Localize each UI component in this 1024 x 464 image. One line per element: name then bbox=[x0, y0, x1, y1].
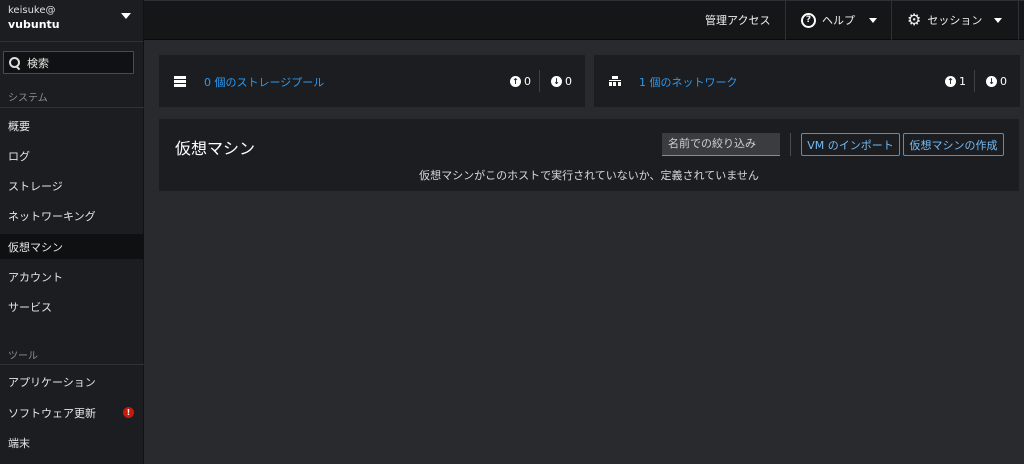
arrow-down-circle-icon: ↓ bbox=[551, 75, 562, 87]
arrow-down-circle-icon: ↓ bbox=[986, 75, 997, 87]
storage-active-value: 0 bbox=[524, 74, 531, 88]
arrow-up-circle-icon: ↑ bbox=[945, 75, 956, 87]
networks-card: 1 個のネットワーク ↑ 1 ↓ 0 bbox=[594, 55, 1020, 107]
gear-icon: ⚙ bbox=[907, 10, 922, 29]
sidebar-item-label: アカウント bbox=[8, 270, 63, 284]
section-divider bbox=[0, 364, 144, 365]
topbar-divider bbox=[785, 1, 786, 40]
sidebar-item-services[interactable]: サービス bbox=[0, 294, 144, 319]
section-divider bbox=[0, 107, 144, 108]
network-icon bbox=[609, 76, 621, 86]
arrow-up-circle-icon: ↑ bbox=[510, 75, 521, 87]
stat-divider bbox=[539, 70, 540, 92]
chevron-down-icon bbox=[869, 17, 877, 23]
sidebar-item-label: サービス bbox=[8, 300, 52, 314]
network-active-count: ↑ 1 bbox=[945, 55, 966, 107]
sidebar-item-software-updates[interactable]: ソフトウェア更新 ! bbox=[0, 400, 144, 425]
chevron-down-icon bbox=[994, 17, 1003, 23]
section-label-tools: ツール bbox=[8, 351, 38, 362]
sidebar-item-logs[interactable]: ログ bbox=[0, 143, 144, 168]
network-inactive-value: 0 bbox=[1000, 74, 1007, 88]
sidebar-item-label: 概要 bbox=[8, 119, 30, 133]
filter-by-name-input[interactable]: 名前での絞り込み bbox=[662, 133, 780, 156]
sidebar-item-accounts[interactable]: アカウント bbox=[0, 264, 144, 289]
sidebar-item-label: 端末 bbox=[8, 436, 30, 450]
sidebar-item-storage[interactable]: ストレージ bbox=[0, 173, 144, 198]
search-label: 検索 bbox=[27, 56, 49, 70]
network-active-value: 1 bbox=[959, 74, 966, 88]
search-icon bbox=[8, 56, 21, 69]
chevron-down-icon[interactable] bbox=[121, 13, 131, 19]
networks-link[interactable]: 1 個のネットワーク bbox=[639, 76, 738, 89]
sidebar-item-overview[interactable]: 概要 bbox=[0, 113, 144, 138]
search-input[interactable]: 検索 bbox=[3, 51, 134, 74]
sidebar-item-applications[interactable]: アプリケーション bbox=[0, 369, 144, 394]
import-vm-button[interactable]: VM のインポート bbox=[801, 133, 900, 156]
network-inactive-count: ↓ 0 bbox=[986, 55, 1007, 107]
help-label: ヘルプ bbox=[822, 14, 855, 27]
admin-access-label: 管理アクセス bbox=[705, 14, 771, 27]
stat-divider bbox=[974, 70, 975, 92]
sidebar-item-label: ストレージ bbox=[8, 179, 63, 193]
storage-pools-card: 0 個のストレージプール ↑ 0 ↓ 0 bbox=[159, 55, 585, 107]
sidebar-item-label: ログ bbox=[8, 149, 30, 163]
session-label: セッション bbox=[927, 14, 983, 27]
sidebar-item-terminal[interactable]: 端末 bbox=[0, 430, 144, 455]
session-menu-button[interactable]: ⚙ セッション bbox=[907, 1, 1003, 39]
storage-pool-icon bbox=[174, 76, 186, 88]
help-menu-button[interactable]: ? ヘルプ bbox=[801, 1, 877, 39]
storage-inactive-count: ↓ 0 bbox=[551, 55, 572, 107]
sidebar-item-virtual-machines[interactable]: 仮想マシン bbox=[0, 234, 144, 259]
section-label-system: システム bbox=[8, 93, 48, 104]
sidebar-item-networking[interactable]: ネットワーキング bbox=[0, 203, 144, 228]
page-title: 仮想マシン bbox=[175, 139, 256, 158]
sidebar-item-label: ネットワーキング bbox=[8, 209, 96, 223]
sidebar-item-label: アプリケーション bbox=[8, 375, 96, 389]
host-user: keisuke@ bbox=[8, 5, 56, 16]
toolbar-divider bbox=[790, 133, 791, 156]
host-switcher[interactable]: keisuke@ vubuntu bbox=[0, 0, 143, 42]
create-vm-button[interactable]: 仮想マシンの作成 bbox=[903, 133, 1004, 156]
storage-active-count: ↑ 0 bbox=[510, 55, 531, 107]
admin-access-button[interactable]: 管理アクセス bbox=[705, 1, 770, 39]
topbar-divider bbox=[891, 1, 892, 40]
storage-pools-link[interactable]: 0 個のストレージプール bbox=[204, 76, 324, 89]
alert-badge-icon: ! bbox=[123, 407, 134, 418]
help-icon: ? bbox=[801, 12, 816, 28]
empty-state-message: 仮想マシンがこのホストで実行されていないか、定義されていません bbox=[419, 169, 759, 182]
sidebar: keisuke@ vubuntu 検索 システム 概要 ログ ストレージ ネット… bbox=[0, 0, 144, 464]
top-bar: 管理アクセス ? ヘルプ ⚙ セッション bbox=[144, 0, 1024, 40]
virtual-machines-card: 仮想マシン 名前での絞り込み VM のインポート 仮想マシンの作成 仮想マシンが… bbox=[159, 119, 1019, 191]
sidebar-item-label: ソフトウェア更新 bbox=[8, 406, 96, 420]
sidebar-item-label: 仮想マシン bbox=[8, 240, 63, 254]
host-name: vubuntu bbox=[8, 18, 60, 31]
storage-inactive-value: 0 bbox=[565, 74, 572, 88]
topbar-divider bbox=[1018, 1, 1019, 40]
